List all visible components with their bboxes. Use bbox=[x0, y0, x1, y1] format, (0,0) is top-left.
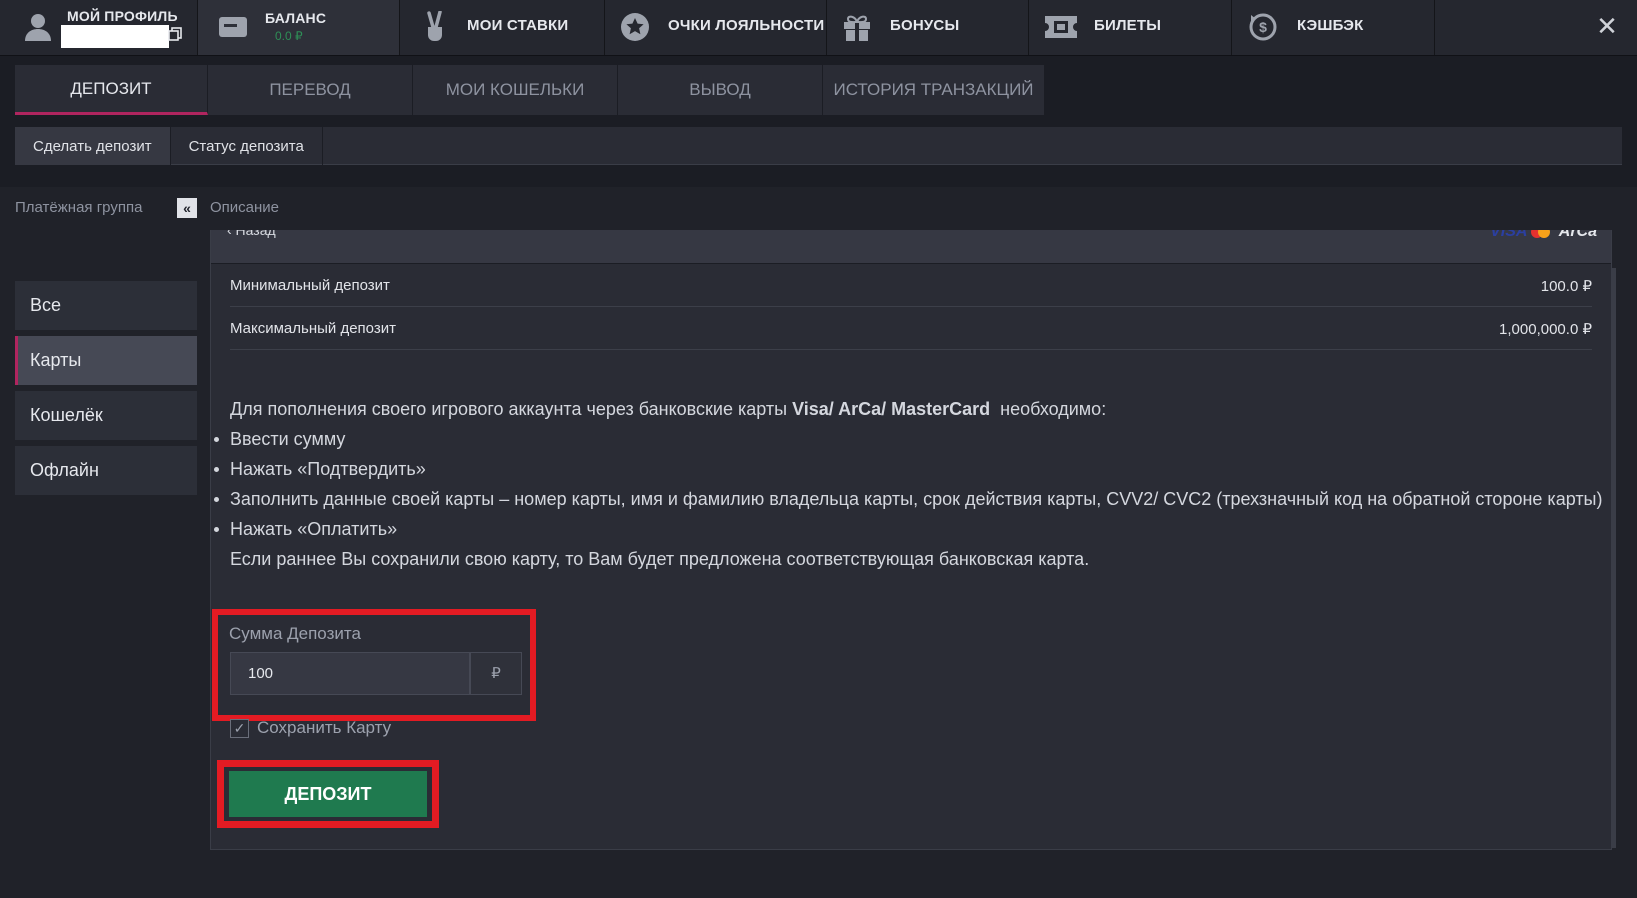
instruction-step: Ввести сумму bbox=[214, 424, 1603, 454]
amount-input[interactable]: 100 bbox=[230, 652, 470, 695]
collapse-icon[interactable]: « bbox=[177, 198, 197, 218]
balance-value: 0.0 ₽ bbox=[275, 29, 303, 43]
profile-label: МОЙ ПРОФИЛЬ bbox=[67, 8, 178, 24]
intro-tail: необходимо: bbox=[990, 399, 1107, 419]
payment-method-panel: ‹ Назад VISA ArCa Минимальный депозит 10… bbox=[210, 230, 1616, 850]
min-deposit-row: Минимальный депозит 100.0 ₽ bbox=[230, 264, 1592, 307]
save-card-checkbox[interactable]: ✓ bbox=[230, 718, 249, 738]
nav-profile[interactable]: МОЙ ПРОФИЛЬ bbox=[0, 0, 198, 55]
payment-group-title: Платёжная группа bbox=[15, 199, 143, 216]
max-deposit-label: Максимальный депозит bbox=[230, 320, 396, 337]
instructions-note: Если раннее Вы сохранили свою карту, то … bbox=[230, 549, 1090, 569]
save-card-row[interactable]: ✓ Сохранить Карту bbox=[230, 718, 391, 738]
sidebar-item-all[interactable]: Все bbox=[15, 281, 197, 330]
svg-text:$: $ bbox=[1259, 19, 1267, 35]
mastercard-logo-right bbox=[1538, 230, 1551, 238]
min-deposit-label: Минимальный депозит bbox=[230, 277, 390, 294]
save-card-label: Сохранить Карту bbox=[257, 718, 392, 737]
loyalty-label: ОЧКИ ЛОЯЛЬНОСТИ bbox=[668, 17, 825, 34]
sidebar-item-cards[interactable]: Карты bbox=[15, 336, 197, 385]
bonuses-label: БОНУСЫ bbox=[890, 17, 960, 34]
arca-logo: ArCa bbox=[1558, 230, 1597, 240]
max-deposit-value: 1,000,000.0 ₽ bbox=[1499, 321, 1592, 338]
description-title: Описание bbox=[210, 199, 280, 216]
instruction-step: Нажать «Подтвердить» bbox=[214, 454, 1603, 484]
payment-logos: VISA ArCa bbox=[1490, 230, 1597, 241]
my-bets-label: МОИ СТАВКИ bbox=[467, 17, 569, 34]
deposit-button[interactable]: ДЕПОЗИТ bbox=[229, 771, 427, 817]
sidebar-item-wallet[interactable]: Кошелёк bbox=[15, 391, 197, 440]
cashback-icon: $ bbox=[1245, 9, 1281, 45]
instruction-step: Заполнить данные своей карты – номер кар… bbox=[214, 484, 1603, 514]
tab-my-wallets[interactable]: МОИ КОШЕЛЬКИ bbox=[413, 65, 618, 115]
scrollbar[interactable] bbox=[1611, 268, 1616, 848]
subtab-deposit-status[interactable]: Статус депозита bbox=[171, 127, 323, 165]
cashback-label: КЭШБЭК bbox=[1297, 17, 1364, 34]
gift-icon bbox=[839, 9, 875, 45]
intro-text: Для пополнения своего игрового аккаунта … bbox=[230, 399, 793, 419]
instruction-steps: Ввести сумму Нажать «Подтвердить» Заполн… bbox=[214, 424, 1603, 544]
tab-withdraw[interactable]: ВЫВОД bbox=[618, 65, 823, 115]
nav-my-bets[interactable]: МОИ СТАВКИ bbox=[400, 0, 605, 55]
instruction-step: Нажать «Оплатить» bbox=[214, 514, 1603, 544]
payment-group-list: Все Карты Кошелёк Офлайн bbox=[15, 281, 197, 501]
nav-loyalty-points[interactable]: ОЧКИ ЛОЯЛЬНОСТИ bbox=[605, 0, 827, 55]
user-icon bbox=[20, 9, 56, 45]
nav-cashback[interactable]: $ КЭШБЭК bbox=[1232, 0, 1435, 55]
ticket-icon bbox=[1043, 9, 1079, 45]
tickets-label: БИЛЕТЫ bbox=[1094, 17, 1162, 34]
visa-logo: VISA bbox=[1490, 230, 1527, 240]
subtab-make-deposit[interactable]: Сделать депозит bbox=[15, 127, 171, 165]
tab-transaction-history[interactable]: ИСТОРИЯ ТРАНЗАКЦИЙ bbox=[823, 65, 1045, 115]
amount-label: Сумма Депозита bbox=[229, 624, 361, 643]
nav-tickets[interactable]: БИЛЕТЫ bbox=[1029, 0, 1232, 55]
sub-tabs: Сделать депозит Статус депозита bbox=[15, 127, 1622, 165]
currency-icon: ₽ bbox=[470, 652, 522, 695]
back-link[interactable]: ‹ Назад bbox=[227, 230, 276, 238]
min-deposit-value: 100.0 ₽ bbox=[1540, 278, 1592, 295]
deposit-instructions: Для пополнения своего игрового аккаунта … bbox=[214, 394, 1603, 574]
wallet-icon bbox=[215, 9, 251, 45]
tab-deposit[interactable]: ДЕПОЗИТ bbox=[15, 65, 208, 115]
tab-transfer[interactable]: ПЕРЕВОД bbox=[208, 65, 413, 115]
main-tabs: ДЕПОЗИТ ПЕРЕВОД МОИ КОШЕЛЬКИ ВЫВОД ИСТОР… bbox=[15, 65, 1045, 115]
close-icon[interactable]: ✕ bbox=[1593, 12, 1621, 40]
max-deposit-row: Максимальный депозит 1,000,000.0 ₽ bbox=[230, 307, 1592, 350]
top-navigation: МОЙ ПРОФИЛЬ БАЛАНС 0.0 ₽ МОИ СТАВКИ ОЧКИ… bbox=[0, 0, 1637, 56]
card-brands: Visa/ ArCa/ MasterCard bbox=[792, 399, 991, 419]
balance-label: БАЛАНС bbox=[265, 10, 327, 26]
victory-hand-icon bbox=[417, 9, 453, 45]
redacted-username bbox=[61, 25, 169, 48]
panel-header: ‹ Назад VISA ArCa bbox=[211, 230, 1611, 264]
sidebar-item-offline[interactable]: Офлайн bbox=[15, 446, 197, 495]
copy-icon[interactable] bbox=[168, 27, 182, 41]
nav-balance[interactable]: БАЛАНС bbox=[198, 0, 400, 55]
star-icon bbox=[617, 9, 653, 45]
instructions-intro: Для пополнения своего игрового аккаунта … bbox=[230, 394, 1603, 424]
nav-bonuses[interactable]: БОНУСЫ bbox=[827, 0, 1029, 55]
